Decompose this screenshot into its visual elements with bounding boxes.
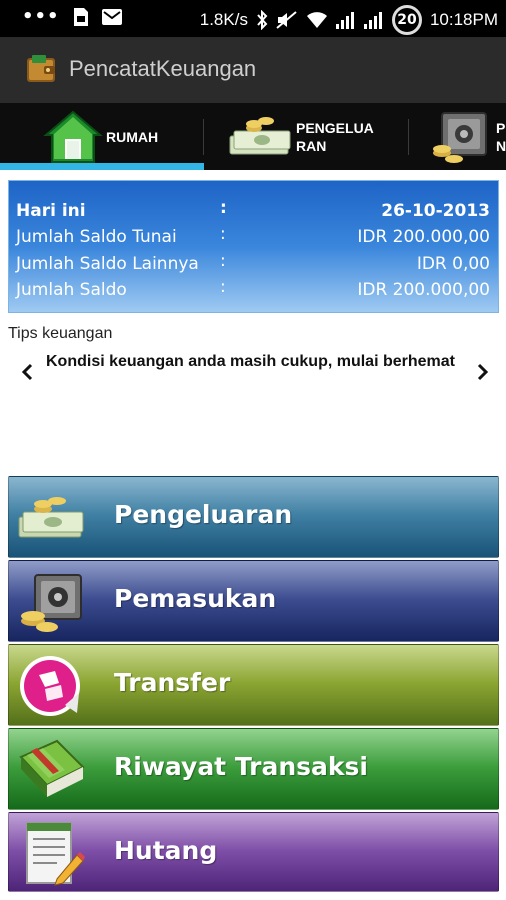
hutang-button[interactable]: Hutang xyxy=(8,812,499,892)
summary-label: Hari ini xyxy=(16,201,86,221)
clock: 10:18PM xyxy=(429,10,498,29)
summary-label: Jumlah Saldo Lainnya xyxy=(16,254,199,274)
summary-value: 26-10-2013 xyxy=(381,201,490,221)
tab-divider xyxy=(203,119,204,155)
tab-divider xyxy=(408,119,409,155)
sim-card-icon xyxy=(73,8,88,26)
summary-row-cash: Jumlah Saldo Tunai : IDR 200.000,00 xyxy=(9,224,498,251)
notification-dots: ••• xyxy=(22,6,60,27)
summary-value: IDR 200.000,00 xyxy=(357,280,490,300)
wifi-icon xyxy=(306,12,327,28)
summary-label: Jumlah Saldo Tunai xyxy=(16,227,177,247)
house-icon xyxy=(43,110,103,163)
mute-icon xyxy=(276,11,297,29)
safe-icon xyxy=(433,111,487,163)
pemasukan-button[interactable]: Pemasukan xyxy=(8,560,499,642)
mail-icon xyxy=(101,9,122,25)
tab-pemasukan-label-1: P xyxy=(496,119,506,136)
tab-pemasukan[interactable]: P N xyxy=(432,103,506,170)
tips-text: Kondisi keuangan anda masih cukup, mulai… xyxy=(46,353,455,370)
summary-colon: : xyxy=(220,277,226,297)
tab-pengeluaran-label-2: RAN xyxy=(296,137,327,154)
pengeluaran-label: Pengeluaran xyxy=(114,500,293,529)
tips-title: Tips keuangan xyxy=(8,325,113,342)
tab-pemasukan-label-2: N xyxy=(496,137,506,154)
money-icon xyxy=(18,497,84,538)
chevron-left-icon[interactable] xyxy=(18,362,38,382)
tab-rumah[interactable]: RUMAH xyxy=(42,103,158,170)
tab-rumah-label: RUMAH xyxy=(106,128,159,145)
home-content: Hari ini : 26-10-2013 Jumlah Saldo Tunai… xyxy=(0,170,506,900)
tab-bar: RUMAH PENGELUA RAN P N xyxy=(0,103,506,170)
status-bar: ••• 1.8K/s 20 10:18PM xyxy=(0,0,506,37)
book-icon xyxy=(19,739,85,797)
safe-icon xyxy=(21,574,82,632)
summary-value: IDR 200.000,00 xyxy=(357,227,490,247)
tab-pengeluaran[interactable]: PENGELUA RAN xyxy=(228,103,374,170)
summary-row-date: Hari ini : 26-10-2013 xyxy=(9,198,498,225)
transfer-icon xyxy=(20,656,80,716)
pengeluaran-button[interactable]: Pengeluaran xyxy=(8,476,499,558)
money-icon xyxy=(229,116,291,154)
chevron-right-icon[interactable] xyxy=(472,362,492,382)
riwayat-transaksi-label: Riwayat Transaksi xyxy=(114,752,368,781)
bluetooth-icon xyxy=(257,10,268,30)
summary-label: Jumlah Saldo xyxy=(16,280,127,300)
summary-colon: : xyxy=(220,198,227,218)
app-title: PencatatKeuangan xyxy=(69,56,257,81)
tab-pengeluaran-label-1: PENGELUA xyxy=(296,119,374,136)
hutang-label: Hutang xyxy=(114,836,218,865)
summary-colon: : xyxy=(220,224,226,244)
network-speed: 1.8K/s xyxy=(199,10,248,29)
signal-icon xyxy=(335,12,354,29)
summary-row-total: Jumlah Saldo : IDR 200.000,00 xyxy=(9,277,498,304)
riwayat-transaksi-button[interactable]: Riwayat Transaksi xyxy=(8,728,499,810)
transfer-button[interactable]: Transfer xyxy=(8,644,499,726)
pemasukan-label: Pemasukan xyxy=(114,584,277,613)
tab-selected-indicator xyxy=(0,163,204,170)
transfer-label: Transfer xyxy=(114,668,231,697)
summary-colon: : xyxy=(220,251,226,271)
wallet-icon[interactable] xyxy=(26,55,56,83)
notepad-icon xyxy=(26,822,85,886)
action-bar: PencatatKeuangan xyxy=(0,37,506,103)
summary-value: IDR 0,00 xyxy=(416,254,490,274)
balance-summary-panel: Hari ini : 26-10-2013 Jumlah Saldo Tunai… xyxy=(8,180,499,313)
signal-icon-2 xyxy=(363,12,382,29)
battery-indicator: 20 xyxy=(391,5,422,35)
summary-row-other: Jumlah Saldo Lainnya : IDR 0,00 xyxy=(9,251,498,278)
